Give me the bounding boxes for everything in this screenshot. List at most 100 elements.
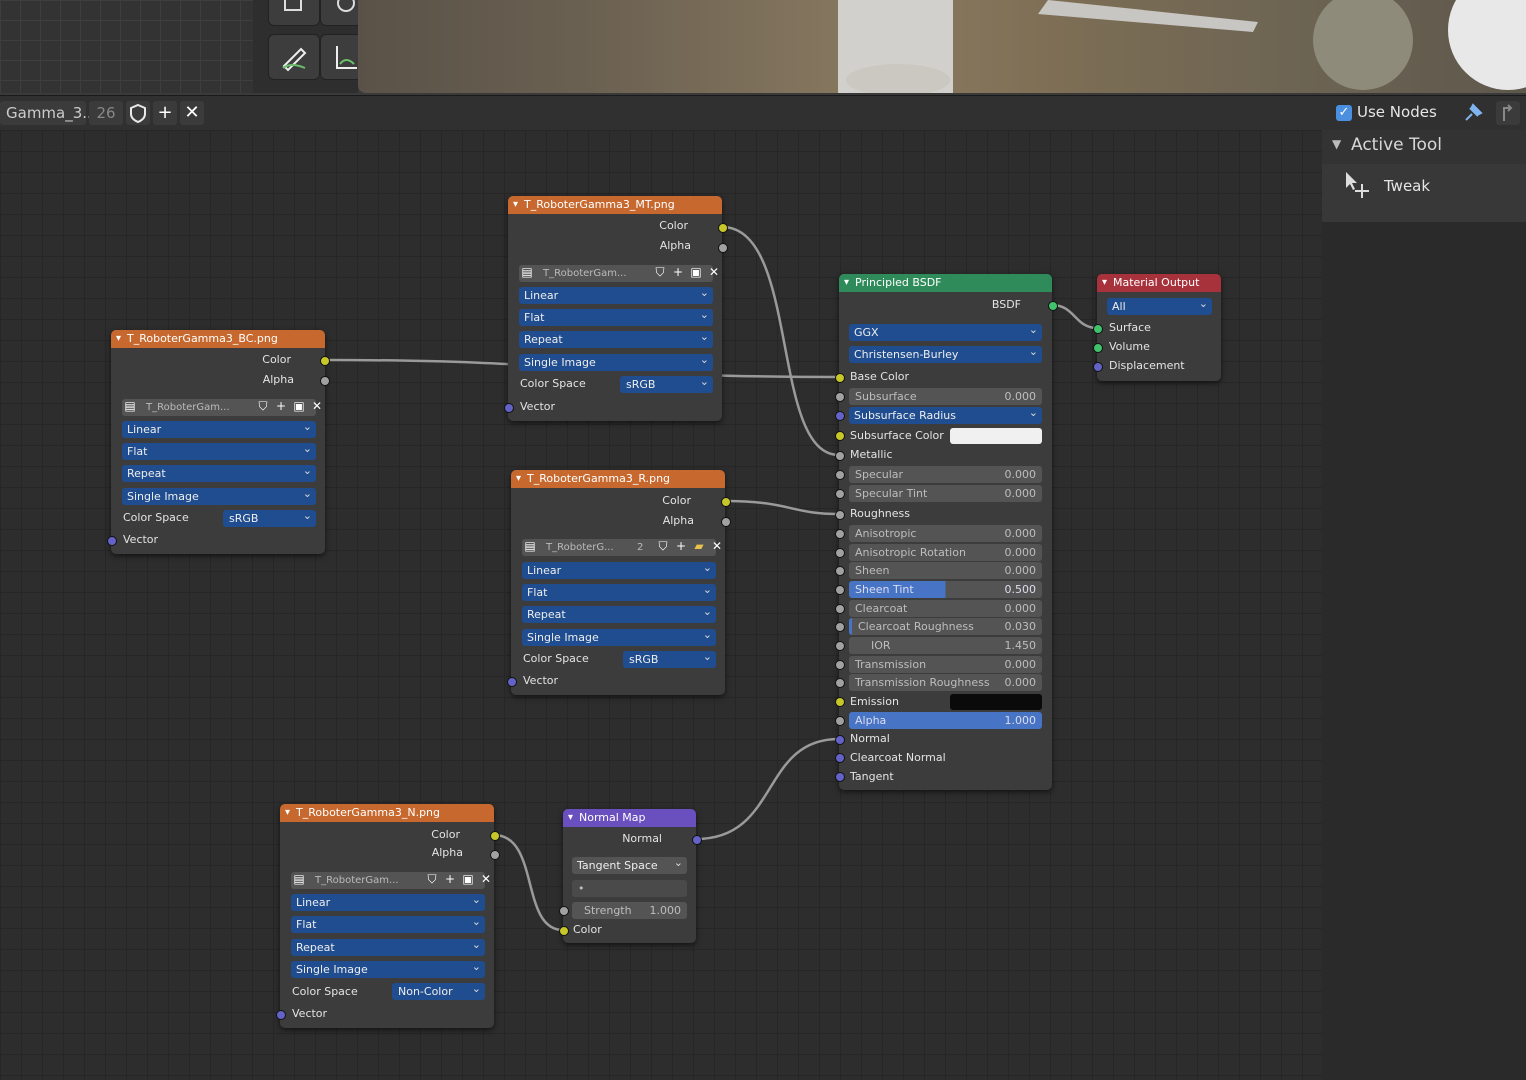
subsurface-method-dropdown[interactable]: Christensen-Burley — [849, 343, 1042, 363]
base-color-socket[interactable] — [835, 373, 845, 383]
strength-field[interactable]: Strength 1.000 — [572, 902, 687, 919]
image-texture-node-mt[interactable]: T_RoboterGamma3_MT.png Color Alpha ▤ T_Ro… — [508, 196, 722, 421]
color-space-dropdown[interactable]: sRGB — [223, 507, 316, 527]
subsurface-color-socket[interactable] — [835, 431, 845, 441]
transmission-roughness-field[interactable]: Transmission Roughness 0.000 — [849, 674, 1042, 691]
projection-dropdown[interactable]: Flat — [122, 440, 316, 460]
clearcoat-roughness-slider[interactable]: Clearcoat Roughness 0.030 — [849, 618, 1042, 635]
projection-dropdown[interactable]: Flat — [291, 913, 485, 933]
transmission-socket[interactable] — [835, 660, 845, 670]
sheen-field[interactable]: Sheen 0.000 — [849, 562, 1042, 579]
image-texture-node-n[interactable]: T_RoboterGamma3_N.png Color Alpha ▤ T_Rob… — [280, 804, 494, 1028]
clearcoat-roughness-socket[interactable] — [835, 622, 845, 632]
specular-tint-socket[interactable] — [835, 489, 845, 499]
interpolation-dropdown[interactable]: Linear — [519, 284, 713, 304]
specular-tint-field[interactable]: Specular Tint 0.000 — [849, 485, 1042, 502]
alpha-socket[interactable] — [835, 716, 845, 726]
image-selector[interactable]: ▤ T_RoboterGam... ⛉ + ▣ ✕ — [122, 399, 322, 416]
extension-dropdown[interactable]: Repeat — [522, 603, 716, 623]
mt-vector-socket[interactable] — [504, 403, 514, 413]
displacement-socket[interactable] — [1093, 362, 1103, 372]
image-texture-node-r[interactable]: T_RoboterGamma3_R.png Color Alpha ▤ T_Rob… — [511, 470, 725, 695]
extension-dropdown[interactable]: Repeat — [519, 328, 713, 348]
color-space-dropdown[interactable]: Non-Color — [392, 980, 485, 1000]
specular-field[interactable]: Specular 0.000 — [849, 466, 1042, 483]
subsurface-socket[interactable] — [835, 392, 845, 402]
anisotropic-rotation-socket[interactable] — [835, 548, 845, 558]
node-title[interactable]: Material Output — [1097, 274, 1221, 292]
node-title[interactable]: T_RoboterGamma3_R.png — [511, 470, 725, 488]
emission-color-swatch[interactable] — [950, 694, 1042, 710]
normalmap-strength-socket[interactable] — [559, 906, 569, 916]
anisotropic-field[interactable]: Anisotropic 0.000 — [849, 525, 1042, 542]
space-dropdown[interactable]: Tangent Space — [572, 854, 687, 874]
extension-dropdown[interactable]: Repeat — [122, 462, 316, 482]
subsurface-radius-socket[interactable] — [835, 411, 845, 421]
surface-socket[interactable] — [1093, 324, 1103, 334]
volume-socket[interactable] — [1093, 343, 1103, 353]
source-dropdown[interactable]: Single Image — [519, 351, 713, 371]
normalmap-normal-socket[interactable] — [692, 835, 702, 845]
n-alpha-socket[interactable] — [490, 850, 500, 860]
bc-color-socket[interactable] — [320, 356, 330, 366]
emission-socket[interactable] — [835, 697, 845, 707]
n-color-socket[interactable] — [490, 831, 500, 841]
subsurface-radius-dropdown[interactable]: Subsurface Radius — [849, 404, 1042, 424]
tangent-socket[interactable] — [835, 772, 845, 782]
interpolation-dropdown[interactable]: Linear — [122, 418, 316, 438]
sheen-tint-slider[interactable]: Sheen Tint 0.500 — [849, 581, 1042, 598]
normal-socket[interactable] — [835, 735, 845, 745]
source-dropdown[interactable]: Single Image — [522, 626, 716, 646]
transmission-field[interactable]: Transmission 0.000 — [849, 656, 1042, 673]
interpolation-dropdown[interactable]: Linear — [522, 559, 716, 579]
source-dropdown[interactable]: Single Image — [291, 958, 485, 978]
clearcoat-normal-socket[interactable] — [835, 753, 845, 763]
color-space-dropdown[interactable]: sRGB — [623, 648, 716, 668]
extension-dropdown[interactable]: Repeat — [291, 936, 485, 956]
projection-dropdown[interactable]: Flat — [522, 581, 716, 601]
source-dropdown[interactable]: Single Image — [122, 485, 316, 505]
node-title[interactable]: Principled BSDF — [839, 274, 1052, 292]
image-texture-node-bc[interactable]: T_RoboterGamma3_BC.png Color Alpha ▤ T_Ro… — [111, 330, 325, 554]
bc-vector-socket[interactable] — [107, 536, 117, 546]
normalmap-color-socket[interactable] — [559, 926, 569, 936]
sheen-socket[interactable] — [835, 566, 845, 576]
ior-field[interactable]: IOR 1.450 — [849, 637, 1042, 654]
normal-map-node[interactable]: Normal Map Normal Tangent Space • Streng… — [563, 809, 696, 943]
specular-socket[interactable] — [835, 470, 845, 480]
distribution-dropdown[interactable]: GGX — [849, 321, 1042, 341]
node-title[interactable]: Normal Map — [563, 809, 696, 827]
mt-alpha-socket[interactable] — [718, 243, 728, 253]
node-title[interactable]: T_RoboterGamma3_MT.png — [508, 196, 722, 214]
target-dropdown[interactable]: All — [1107, 295, 1212, 315]
projection-dropdown[interactable]: Flat — [519, 306, 713, 326]
r-vector-socket[interactable] — [507, 677, 517, 687]
bsdf-output-socket[interactable] — [1048, 301, 1058, 311]
transmission-roughness-socket[interactable] — [835, 678, 845, 688]
mt-color-socket[interactable] — [718, 223, 728, 233]
metallic-socket[interactable] — [835, 451, 845, 461]
node-title[interactable]: T_RoboterGamma3_N.png — [280, 804, 494, 822]
clearcoat-field[interactable]: Clearcoat 0.000 — [849, 600, 1042, 617]
subsurface-field[interactable]: Subsurface 0.000 — [849, 388, 1042, 405]
r-color-socket[interactable] — [721, 497, 731, 507]
clearcoat-socket[interactable] — [835, 604, 845, 614]
n-vector-socket[interactable] — [276, 1010, 286, 1020]
r-alpha-socket[interactable] — [721, 517, 731, 527]
sheen-tint-socket[interactable] — [835, 585, 845, 595]
image-selector[interactable]: ▤ T_RoboterGam... ⛉ + ▣ ✕ — [519, 265, 719, 282]
anisotropic-rotation-field[interactable]: Anisotropic Rotation 0.000 — [849, 544, 1042, 561]
color-space-dropdown[interactable]: sRGB — [620, 373, 713, 393]
anisotropic-socket[interactable] — [835, 529, 845, 539]
principled-bsdf-node[interactable]: Principled BSDF BSDF GGX Christensen-Bur… — [839, 274, 1052, 790]
roughness-socket[interactable] — [835, 510, 845, 520]
image-selector[interactable]: ▤ T_RoboterG... 2 ⛉ + ▰ ✕ — [522, 539, 722, 556]
node-title[interactable]: T_RoboterGamma3_BC.png — [111, 330, 325, 348]
material-output-node[interactable]: Material Output All Surface Volume Displ… — [1097, 274, 1221, 381]
uv-map-field[interactable]: • — [572, 880, 687, 897]
ior-socket[interactable] — [835, 641, 845, 651]
bc-alpha-socket[interactable] — [320, 376, 330, 386]
interpolation-dropdown[interactable]: Linear — [291, 891, 485, 911]
image-selector[interactable]: ▤ T_RoboterGam... ⛉ + ▣ ✕ — [291, 872, 491, 889]
alpha-slider[interactable]: Alpha 1.000 — [849, 712, 1042, 729]
